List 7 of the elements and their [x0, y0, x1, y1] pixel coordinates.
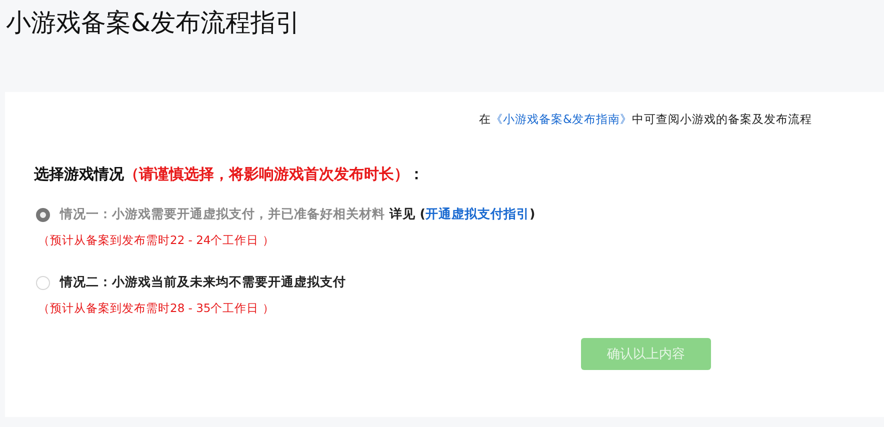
section-heading: 选择游戏情况（请谨慎选择，将影响游戏首次发布时长）： — [34, 165, 425, 184]
guide-link[interactable]: 《小游戏备案&发布指南》 — [491, 112, 632, 126]
duration-note: （预计从备案到发布需时22 - 24个工作日 ） — [38, 233, 276, 248]
duration-note: （预计从备案到发布需时28 - 35个工作日 ） — [38, 301, 276, 316]
page-title: 小游戏备案&发布流程指引 — [5, 7, 302, 39]
info-text: 在《小游戏备案&发布指南》中可查阅小游戏的备案及发布流程 — [478, 112, 813, 127]
option-label[interactable]: 情况二：小游戏当前及未来均不需要开通虚拟支付 — [60, 274, 346, 291]
